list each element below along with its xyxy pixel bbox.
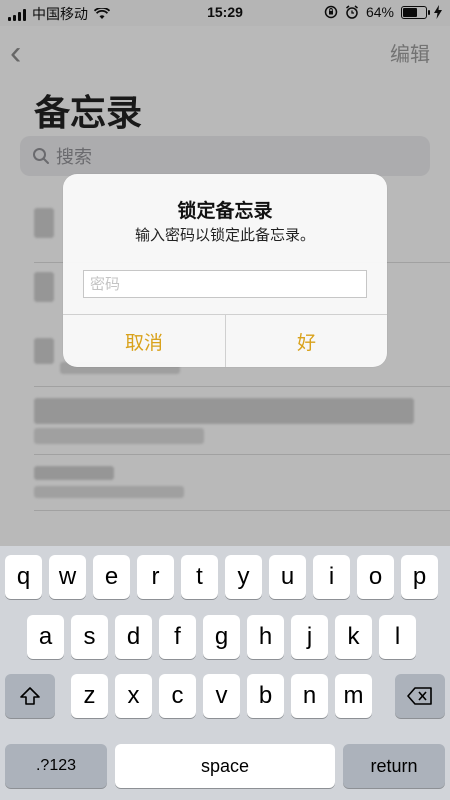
key-q[interactable]: q xyxy=(5,555,42,599)
cancel-button[interactable]: 取消 xyxy=(63,315,225,367)
alert-title: 锁定备忘录 xyxy=(177,201,273,222)
key-o[interactable]: o xyxy=(357,555,394,599)
key-y[interactable]: y xyxy=(225,555,262,599)
key-f[interactable]: f xyxy=(159,615,196,659)
key-i[interactable]: i xyxy=(313,555,350,599)
keyboard-row-4: .?123 space return xyxy=(0,744,450,790)
key-z[interactable]: z xyxy=(71,674,108,718)
shift-arrow-icon xyxy=(20,687,40,705)
key-r[interactable]: r xyxy=(137,555,174,599)
alert-message: 输入密码以锁定此备忘录。 xyxy=(134,227,315,244)
key-v[interactable]: v xyxy=(203,674,240,718)
return-key[interactable]: return xyxy=(343,744,445,788)
keyboard-row-2: asdfghjkl xyxy=(0,615,450,661)
backspace-icon xyxy=(407,687,432,705)
numbers-key[interactable]: .?123 xyxy=(5,744,107,788)
space-key[interactable]: space xyxy=(115,744,335,788)
key-g[interactable]: g xyxy=(203,615,240,659)
keyboard: qwertyuiop asdfghjkl zxcvbnm .?123 space… xyxy=(0,546,450,800)
key-k[interactable]: k xyxy=(335,615,372,659)
key-p[interactable]: p xyxy=(401,555,438,599)
key-e[interactable]: e xyxy=(93,555,130,599)
key-a[interactable]: a xyxy=(27,615,64,659)
key-h[interactable]: h xyxy=(247,615,284,659)
password-field[interactable] xyxy=(83,270,367,298)
key-s[interactable]: s xyxy=(71,615,108,659)
key-d[interactable]: d xyxy=(115,615,152,659)
key-j[interactable]: j xyxy=(291,615,328,659)
keyboard-row-3: zxcvbnm xyxy=(0,674,450,720)
lock-note-alert: 锁定备忘录 输入密码以锁定此备忘录。 取消 好 xyxy=(63,174,387,367)
ok-button[interactable]: 好 xyxy=(226,315,387,367)
key-m[interactable]: m xyxy=(335,674,372,718)
key-l[interactable]: l xyxy=(379,615,416,659)
key-w[interactable]: w xyxy=(49,555,86,599)
shift-key[interactable] xyxy=(5,674,55,718)
delete-key[interactable] xyxy=(395,674,445,718)
keyboard-row-1: qwertyuiop xyxy=(0,555,450,601)
key-c[interactable]: c xyxy=(159,674,196,718)
key-n[interactable]: n xyxy=(291,674,328,718)
key-b[interactable]: b xyxy=(247,674,284,718)
key-u[interactable]: u xyxy=(269,555,306,599)
key-t[interactable]: t xyxy=(181,555,218,599)
key-x[interactable]: x xyxy=(115,674,152,718)
